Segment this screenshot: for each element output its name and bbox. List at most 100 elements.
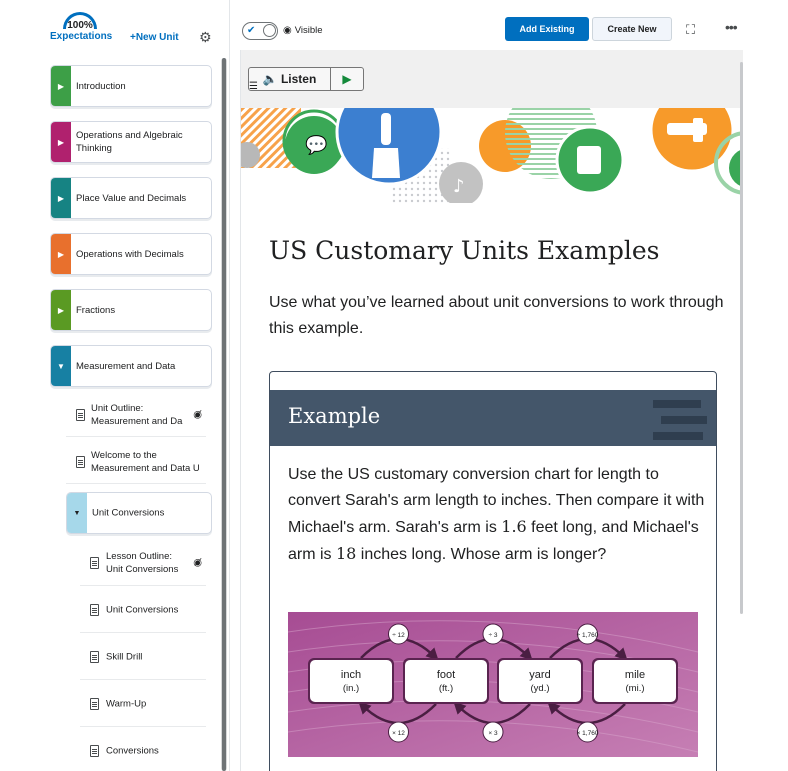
- expectations-progress[interactable]: 100% Expectations: [50, 12, 112, 42]
- intro-paragraph: Use what you’ve learned about unit conve…: [269, 294, 724, 337]
- visibility-toggle[interactable]: ✔: [242, 22, 278, 40]
- subunit-unit-conversions[interactable]: ▼ Unit Conversions: [66, 492, 212, 534]
- example-text: Use the US customary conversion chart fo…: [288, 466, 705, 563]
- unit-introduction[interactable]: ▶ Introduction: [50, 65, 212, 107]
- chevron-down-icon: ▼: [57, 361, 65, 371]
- create-new-button[interactable]: Create New: [592, 17, 672, 41]
- progress-percent: 100%: [67, 20, 93, 31]
- unit-label: Measurement and Data: [76, 360, 176, 372]
- unit-label: Operations and Algebraic Thinking: [76, 130, 183, 154]
- unit-color-strip: ▶: [51, 234, 71, 274]
- subunit-color-strip: ▼: [67, 493, 87, 533]
- subunit-label: Unit Conversions: [92, 507, 165, 519]
- unit-abbr: (ft.): [439, 683, 453, 694]
- decorative-bar: [653, 400, 701, 408]
- lesson-label: Warm-Up: [106, 698, 147, 709]
- unit-color-strip: ▶: [51, 178, 71, 218]
- multiply-label: × 12: [392, 730, 405, 737]
- svg-text:♪: ♪: [453, 176, 465, 197]
- progress-label: Expectations: [50, 31, 113, 42]
- decorative-bar: [653, 432, 703, 440]
- gear-icon[interactable]: ⚙: [199, 30, 212, 44]
- divide-label: ÷ 3: [489, 632, 498, 639]
- multiply-label: × 1,760: [577, 730, 599, 737]
- chevron-right-icon: ▶: [57, 81, 65, 91]
- lesson-label: Conversions: [106, 745, 159, 756]
- readspeaker-bar: 🔈 Listen ▶ ☰: [241, 50, 743, 108]
- unit-box: [405, 660, 487, 702]
- unit-abbr: (yd.): [531, 683, 550, 694]
- document-icon: [76, 455, 85, 468]
- chevron-right-icon: ▶: [57, 305, 65, 315]
- page-title: US Customary Units Examples: [269, 236, 660, 265]
- unit-name: mile: [625, 669, 645, 681]
- eye-slash-icon: ◉̸: [193, 409, 202, 420]
- example-card: Example Use the US customary conversion …: [269, 371, 717, 771]
- topic-label: Welcome to the Measurement and Data U: [91, 449, 200, 474]
- document-icon: [76, 408, 85, 421]
- listen-button[interactable]: 🔈 Listen ▶: [248, 67, 364, 91]
- example-heading: Example: [288, 404, 381, 428]
- unit-operations-algebraic-thinking[interactable]: ▶ Operations and Algebraic Thinking: [50, 121, 212, 163]
- svg-text:💬: 💬: [305, 134, 327, 156]
- listen-label: Listen: [280, 72, 317, 86]
- toggle-knob: [263, 24, 276, 37]
- lesson-unit-conversions[interactable]: Unit Conversions: [80, 587, 206, 633]
- unit-box: [499, 660, 581, 702]
- document-icon: [90, 556, 99, 569]
- unit-measurement-data[interactable]: ▼ Measurement and Data: [50, 345, 212, 387]
- visibility-label: Visible: [294, 25, 323, 36]
- unit-label: Fractions: [76, 304, 116, 316]
- main-panel: ✔ ◉ Visible Add Existing Create New ⛶ •••…: [231, 0, 788, 771]
- lesson-conversions[interactable]: Conversions: [80, 728, 206, 771]
- unit-color-strip: ▶: [51, 66, 71, 106]
- checkmark-icon: ✔: [247, 25, 256, 36]
- multiply-label: × 3: [488, 730, 498, 737]
- more-options-icon[interactable]: •••: [725, 19, 738, 35]
- lesson-warm-up[interactable]: Warm-Up: [80, 681, 206, 727]
- add-existing-button[interactable]: Add Existing: [505, 17, 589, 41]
- banner-illustration: 💬 ♪: [241, 108, 743, 203]
- sidebar: 100% Expectations +New Unit ⚙ ▶ Introduc…: [0, 0, 230, 771]
- new-unit-button[interactable]: +New Unit: [130, 32, 179, 43]
- lesson-label: Skill Drill: [106, 651, 143, 662]
- topic-label: Unit Outline: Measurement and Da: [91, 402, 183, 427]
- eye-icon: ◉: [283, 25, 292, 36]
- sidebar-scrollbar-thumb[interactable]: [222, 58, 226, 771]
- unit-color-strip: ▶: [51, 290, 71, 330]
- lesson-outline[interactable]: Lesson Outline: Unit Conversions ◉̸: [80, 540, 206, 586]
- divide-label: ÷ 12: [392, 632, 405, 639]
- eye-slash-icon: ◉̸: [193, 557, 202, 568]
- content-scrollbar[interactable]: [740, 62, 743, 614]
- unit-operations-decimals[interactable]: ▶ Operations with Decimals: [50, 233, 212, 275]
- unit-color-strip: ▶: [51, 122, 71, 162]
- unit-box: [310, 660, 392, 702]
- topic-content: 🔈 Listen ▶ ☰ 💬 ♪ US Customary Units Exam…: [240, 50, 743, 771]
- reader-menu-icon[interactable]: ☰: [249, 81, 258, 92]
- chevron-right-icon: ▶: [57, 193, 65, 203]
- chevron-right-icon: ▶: [57, 137, 65, 147]
- unit-fractions[interactable]: ▶ Fractions: [50, 289, 212, 331]
- fullscreen-icon[interactable]: ⛶: [686, 22, 695, 38]
- document-icon: [90, 650, 99, 663]
- speaker-icon: 🔈: [262, 72, 281, 86]
- unit-name: yard: [529, 669, 550, 681]
- unit-abbr: (in.): [343, 683, 359, 694]
- unit-place-value-decimals[interactable]: ▶ Place Value and Decimals: [50, 177, 212, 219]
- example-header: Example: [270, 390, 716, 446]
- topic-unit-outline[interactable]: Unit Outline: Measurement and Da ◉̸: [66, 393, 206, 437]
- listen-label-area[interactable]: 🔈 Listen: [249, 68, 331, 90]
- chevron-right-icon: ▶: [57, 249, 65, 259]
- topic-welcome[interactable]: Welcome to the Measurement and Data U: [66, 440, 206, 484]
- play-icon[interactable]: ▶: [331, 68, 363, 90]
- lesson-label: Unit Conversions: [106, 604, 179, 615]
- unit-color-strip: ▼: [51, 346, 71, 386]
- unit-abbr: (mi.): [626, 683, 645, 694]
- unit-label: Place Value and Decimals: [76, 192, 187, 204]
- conversion-chart: ÷ 12 × 12 ÷ 3 × 3 ÷ 1,760 × 1,760 inch (in.) foo…: [288, 612, 698, 757]
- divide-label: ÷ 1,760: [577, 632, 599, 639]
- lesson-skill-drill[interactable]: Skill Drill: [80, 634, 206, 680]
- unit-label: Operations with Decimals: [76, 248, 184, 260]
- visibility-status: ◉ Visible: [283, 25, 323, 36]
- unit-name: foot: [437, 669, 455, 681]
